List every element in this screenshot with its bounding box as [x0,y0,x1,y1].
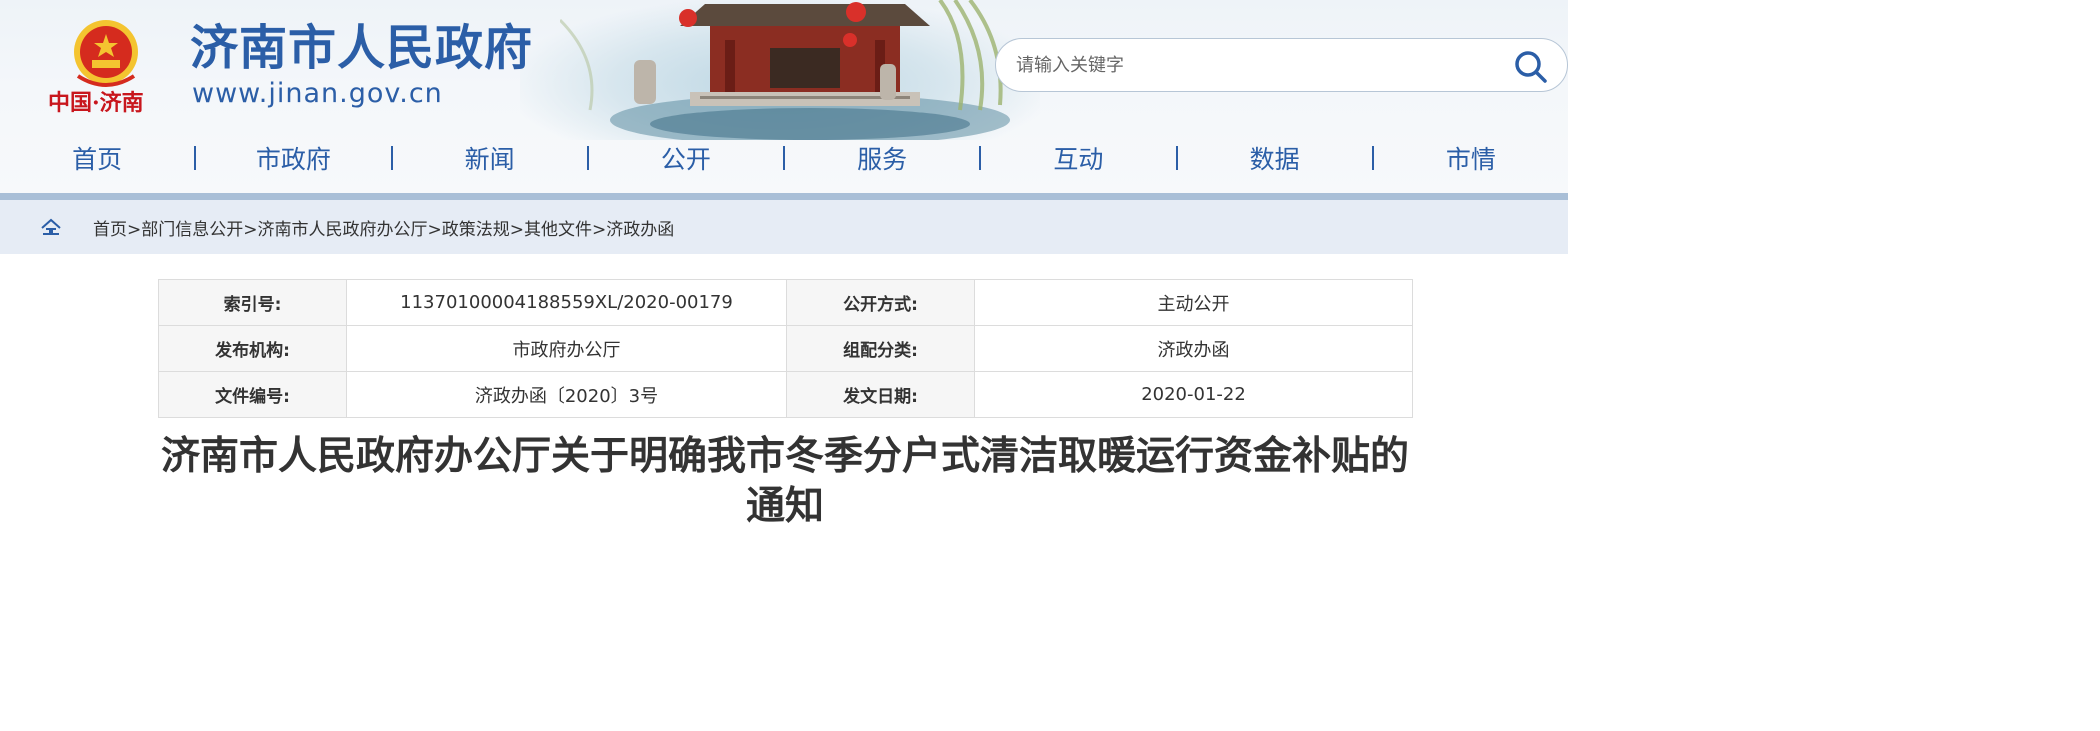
nav-item-data[interactable]: 数据 [1178,140,1372,176]
meta-value-category: 济政办函 [974,325,1413,372]
meta-value-index-number: 11370100004188559XL/2020-00179 [346,279,787,326]
nav-item-city-info[interactable]: 市情 [1374,140,1568,176]
breadcrumb-home[interactable]: 首页 [93,220,127,240]
breadcrumb-separator: > [427,220,442,240]
breadcrumb-other-documents[interactable]: 其他文件 [524,220,592,240]
breadcrumb-separator: > [592,220,607,240]
breadcrumb-current[interactable]: 济政办函 [606,220,674,240]
table-row: 索引号: 11370100004188559XL/2020-00179 公开方式… [158,279,1413,326]
meta-key-index-number: 索引号: [158,279,347,326]
home-icon[interactable] [40,218,62,238]
emblem-logo: 中国·济南 [48,20,144,116]
site-header: 中国·济南 济南市人民政府 www.jinan.gov.cn 首页 市政府 新闻… [0,0,1568,195]
meta-value-publisher: 市政府办公厅 [346,325,787,372]
nav-item-interaction[interactable]: 互动 [981,140,1175,176]
meta-key-publisher: 发布机构: [158,325,347,372]
meta-key-disclosure-method: 公开方式: [786,279,975,326]
header-divider-bar [0,193,1568,200]
site-title: 济南市人民政府 [190,20,534,76]
document-title-line: 通知 [745,484,824,529]
main-nav: 首页 市政府 新闻 公开 服务 互动 数据 市情 [0,132,1568,184]
svg-text:中国·济南: 中国·济南 [48,90,144,116]
search-bar [995,38,1568,92]
meta-key-document-number: 文件编号: [158,371,347,418]
search-input[interactable] [1016,54,1456,76]
breadcrumb-bar: 首页>部门信息公开>济南市人民政府办公厅>政策法规>其他文件>济政办函 [0,200,1568,254]
meta-value-issue-date: 2020-01-22 [974,371,1413,418]
breadcrumb-separator: > [509,220,524,240]
breadcrumb-department-disclosure[interactable]: 部门信息公开 [141,220,243,240]
table-row: 文件编号: 济政办函〔2020〕3号 发文日期: 2020-01-22 [158,371,1413,418]
search-icon[interactable] [1513,49,1549,85]
nav-item-services[interactable]: 服务 [785,140,979,176]
nav-item-home[interactable]: 首页 [0,140,194,176]
breadcrumb-general-office[interactable]: 济南市人民政府办公厅 [258,220,428,240]
site-url: www.jinan.gov.cn [192,78,443,109]
meta-value-disclosure-method: 主动公开 [974,279,1413,326]
nav-item-public[interactable]: 公开 [589,140,783,176]
breadcrumb: 首页>部门信息公开>济南市人民政府办公厅>政策法规>其他文件>济政办函 [93,215,674,240]
meta-key-issue-date: 发文日期: [786,371,975,418]
document-title: 济南市人民政府办公厅关于明确我市冬季分户式清洁取暖运行资金补贴的 通知 [130,432,1440,532]
nav-item-government[interactable]: 市政府 [196,140,390,176]
meta-value-document-number: 济政办函〔2020〕3号 [346,371,787,418]
document-metadata-table: 索引号: 11370100004188559XL/2020-00179 公开方式… [158,279,1413,418]
breadcrumb-policies[interactable]: 政策法规 [442,220,510,240]
table-row: 发布机构: 市政府办公厅 组配分类: 济政办函 [158,325,1413,372]
breadcrumb-separator: > [243,220,258,240]
banner-scene-image [560,0,1010,140]
nav-item-news[interactable]: 新闻 [393,140,587,176]
meta-key-category: 组配分类: [786,325,975,372]
document-title-line: 济南市人民政府办公厅关于明确我市冬季分户式清洁取暖运行资金补贴的 [160,434,1409,479]
breadcrumb-separator: > [127,220,142,240]
